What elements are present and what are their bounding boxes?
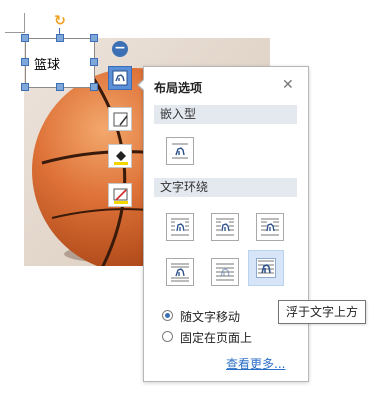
crop-mark-horizontal xyxy=(5,32,25,33)
through-wrap-button[interactable] xyxy=(256,213,284,241)
layout-options-icon xyxy=(112,70,128,86)
line-color-button[interactable] xyxy=(108,183,132,207)
shape-outline-button[interactable] xyxy=(108,107,132,131)
fill-icon xyxy=(114,151,128,165)
resize-handle-se[interactable] xyxy=(90,83,98,91)
resize-handle-w[interactable] xyxy=(21,58,29,66)
fill-button[interactable] xyxy=(108,144,132,168)
move-with-text-label[interactable]: 随文字移动 xyxy=(180,308,240,325)
text-box-content[interactable]: 篮球 xyxy=(34,54,60,73)
resize-handle-nw[interactable] xyxy=(21,34,29,42)
layout-options-panel: 布局选项 ✕ 嵌入型 文字环绕 随文字移动 固定在页面上 查看更多... xyxy=(143,66,309,382)
tight-wrap-button[interactable] xyxy=(211,213,239,241)
line-color-icon xyxy=(113,188,128,204)
see-more-link[interactable]: 查看更多... xyxy=(226,355,285,372)
behind-text-icon xyxy=(216,263,234,281)
tooltip: 浮于文字上方 xyxy=(278,300,366,324)
close-icon[interactable]: ✕ xyxy=(282,77,294,93)
wrap-section-header: 文字环绕 xyxy=(154,178,297,197)
square-wrap-icon xyxy=(171,218,189,236)
resize-handle-n[interactable] xyxy=(56,34,64,42)
resize-handle-s[interactable] xyxy=(56,83,64,91)
layout-options-button[interactable] xyxy=(108,66,132,90)
square-wrap-button[interactable] xyxy=(166,213,194,241)
text-box[interactable]: 篮球 xyxy=(25,38,95,88)
crop-mark-vertical xyxy=(24,13,25,33)
fix-on-page-label[interactable]: 固定在页面上 xyxy=(180,329,252,346)
inline-layout-button[interactable] xyxy=(166,137,194,165)
inline-layout-icon xyxy=(172,143,188,159)
in-front-of-text-button[interactable] xyxy=(248,250,284,286)
collapse-button[interactable]: − xyxy=(112,41,128,57)
rotate-handle-icon[interactable]: ↻ xyxy=(52,13,68,29)
resize-handle-e[interactable] xyxy=(90,58,98,66)
panel-title: 布局选项 xyxy=(154,81,203,95)
move-with-text-radio[interactable] xyxy=(162,310,173,321)
behind-text-button[interactable] xyxy=(211,258,239,286)
shape-outline-icon xyxy=(113,112,128,127)
in-front-of-text-icon xyxy=(256,258,276,278)
popup-pointer-fill xyxy=(139,79,145,91)
through-wrap-icon xyxy=(261,218,279,236)
fix-on-page-radio[interactable] xyxy=(162,331,173,342)
tight-wrap-icon xyxy=(216,218,234,236)
top-bottom-wrap-button[interactable] xyxy=(166,258,194,286)
resize-handle-sw[interactable] xyxy=(21,83,29,91)
resize-handle-ne[interactable] xyxy=(90,34,98,42)
top-bottom-wrap-icon xyxy=(171,263,189,282)
inline-section-header: 嵌入型 xyxy=(154,105,297,124)
